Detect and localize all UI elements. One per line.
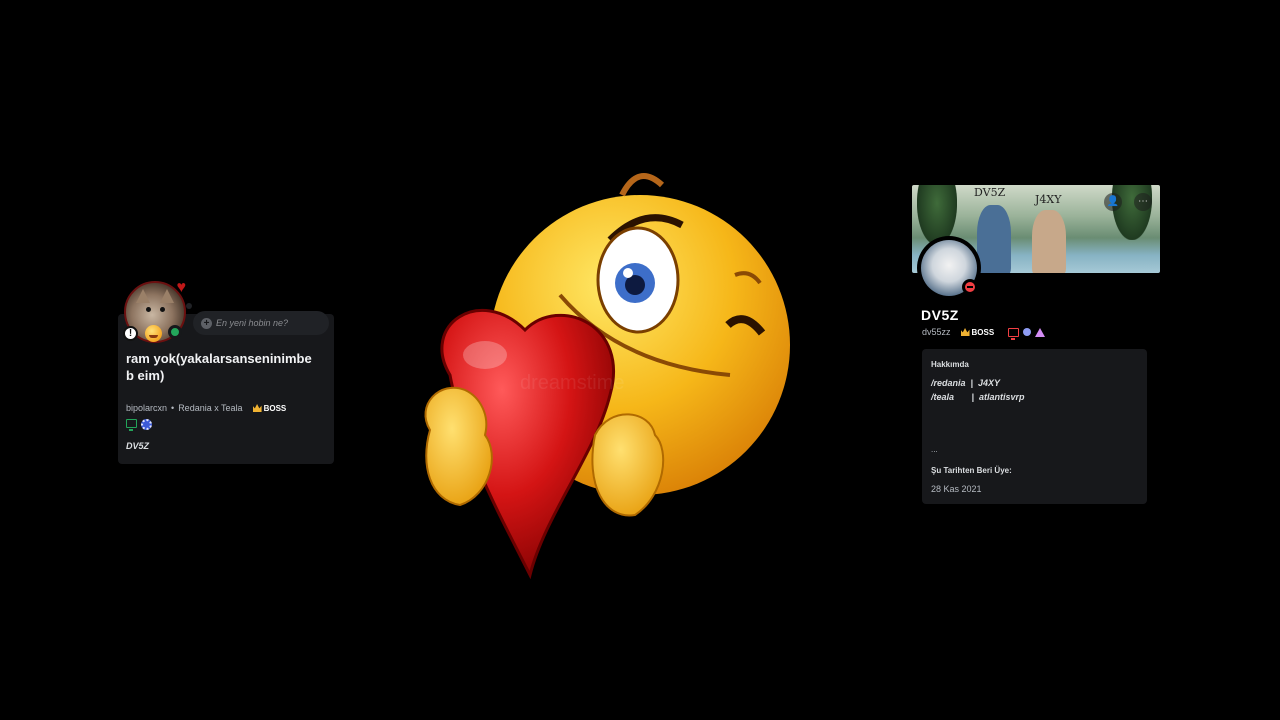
- avatar-cat-eye: [146, 307, 151, 312]
- emoji-eye-shine: [623, 268, 633, 278]
- crown-icon: [252, 404, 262, 412]
- right-username[interactable]: dv55zz: [922, 327, 951, 337]
- left-username[interactable]: bipolarcxn: [126, 403, 167, 413]
- triangle-icon: [1035, 327, 1046, 337]
- about-extra: ...: [931, 445, 938, 454]
- right-hand: [591, 413, 665, 517]
- heart-shine: [463, 341, 507, 369]
- dnd-status-dot: [965, 282, 975, 292]
- status-bubble-tail: [186, 303, 192, 309]
- left-note: DV5Z: [126, 441, 150, 451]
- left-hand: [424, 386, 493, 507]
- banner-handwriting: J4XY: [1035, 193, 1062, 206]
- about-line: /redania | J4XY: [931, 378, 1001, 388]
- about-line: /teala | atlantisvrp: [931, 392, 1025, 402]
- dnd-status-icon: [962, 279, 978, 295]
- status-placeholder: En yeni hobin ne?: [216, 318, 289, 328]
- left-activity-icons: [126, 419, 152, 431]
- avatar-cat-eye: [160, 307, 165, 312]
- custom-status-input[interactable]: + En yeni hobin ne?: [193, 311, 329, 335]
- watermark-text: dreamstime: [520, 372, 625, 394]
- right-display-name: DV5Z: [921, 307, 959, 323]
- desktop-icon: [126, 419, 137, 431]
- emoji-badge-icon[interactable]: [145, 325, 162, 342]
- left-server-name: Redania x Teala: [178, 403, 243, 413]
- right-boss-tag[interactable]: BOSS: [960, 327, 995, 337]
- crown-icon: [960, 328, 970, 336]
- emoji-hair: [619, 173, 665, 197]
- banner-person: [1032, 210, 1066, 273]
- add-status-icon: +: [201, 317, 212, 329]
- avatar-cat-ear: [136, 289, 150, 303]
- right-boss-label: BOSS: [971, 327, 995, 337]
- right-user-meta: dv55zz BOSS: [922, 327, 1046, 340]
- desktop-icon: [1008, 327, 1020, 340]
- settings-gear-icon: [141, 419, 152, 430]
- avatar-cat-ear: [160, 289, 174, 303]
- about-me-card: [922, 349, 1147, 504]
- banner-person: [977, 205, 1011, 273]
- about-title: Hakkımda: [931, 360, 969, 369]
- left-boss-tag[interactable]: BOSS: [252, 403, 287, 413]
- banner-handwriting: DV5Z: [974, 186, 1006, 199]
- avatar-heart-decoration-icon: ♥: [176, 279, 187, 296]
- online-status-icon: [168, 325, 182, 339]
- gem-icon: [1023, 328, 1032, 336]
- left-user-meta: bipolarcxn • Redania x Teala BOSS: [126, 403, 286, 413]
- add-friend-icon[interactable]: 👤: [1104, 193, 1122, 211]
- left-display-name: ram yok(yakalarsanseninimbeb eim): [126, 351, 312, 383]
- alert-badge-icon[interactable]: !: [123, 326, 138, 341]
- meta-separator: •: [171, 403, 175, 413]
- member-since-title: Şu Tarihten Beri Üye:: [931, 466, 1012, 475]
- member-since-date: 28 Kas 2021: [931, 484, 982, 494]
- more-options-icon[interactable]: ⋯: [1134, 193, 1152, 211]
- left-boss-label: BOSS: [263, 403, 287, 413]
